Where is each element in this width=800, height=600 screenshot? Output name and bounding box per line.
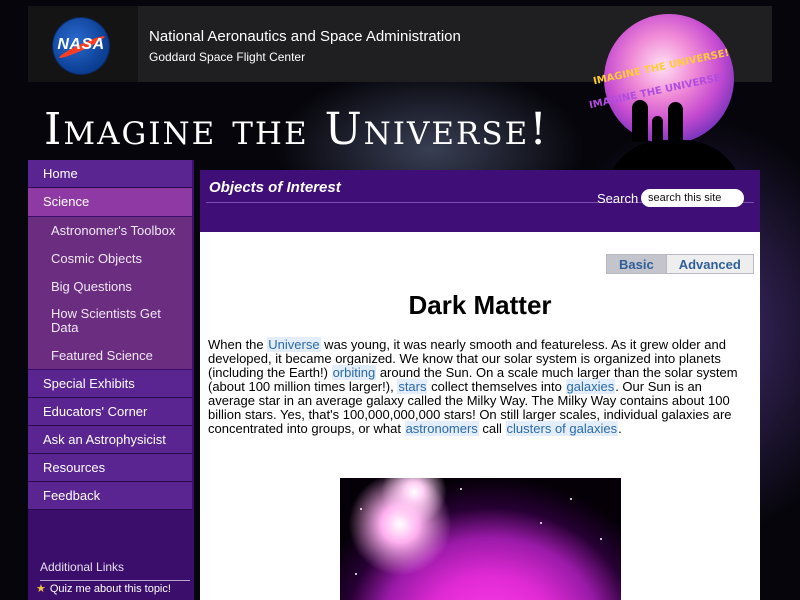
- sidebar-subitem-astronomers-toolbox[interactable]: Astronomer's Toolbox: [28, 217, 192, 245]
- section-title: Objects of Interest: [209, 179, 341, 196]
- child-silhouette-icon: [652, 116, 663, 142]
- sidebar-item-resources[interactable]: Resources: [28, 454, 192, 482]
- sidebar-item-special-exhibits[interactable]: Special Exhibits: [28, 370, 192, 398]
- section-header: Objects of Interest Search: [200, 170, 760, 232]
- clusters-of-galaxies-link[interactable]: clusters of galaxies: [505, 421, 619, 436]
- intro-text: .: [618, 421, 622, 436]
- star-dot: [360, 508, 362, 510]
- additional-links-heading: Additional Links: [40, 560, 190, 581]
- star-dot: [540, 522, 542, 524]
- star-icon: ★: [36, 583, 46, 595]
- intro-text: collect themselves into: [427, 379, 566, 394]
- sidebar-item-ask-an-astrophysicist[interactable]: Ask an Astrophysicist: [28, 426, 192, 454]
- stars-link[interactable]: stars: [397, 379, 428, 394]
- sidebar-subitem-how-scientists-get-data[interactable]: How Scientists Get Data: [28, 301, 192, 343]
- tab-advanced[interactable]: Advanced: [666, 254, 754, 274]
- nasa-logo-text: NASA: [57, 36, 105, 53]
- sidebar-subitem-cosmic-objects[interactable]: Cosmic Objects: [28, 245, 192, 273]
- sidebar-item-educators-corner[interactable]: Educators' Corner: [28, 398, 192, 426]
- person-silhouette-icon: [668, 102, 683, 142]
- intro-text: When the: [208, 337, 268, 352]
- sidebar-subitem-big-questions[interactable]: Big Questions: [28, 273, 192, 301]
- search-label: Search: [597, 191, 639, 206]
- universe-link[interactable]: Universe: [267, 337, 321, 352]
- page-title: Dark Matter: [408, 290, 552, 320]
- sidebar-item-feedback[interactable]: Feedback: [28, 482, 192, 510]
- quiz-link-label: Quiz me about this topic!: [49, 583, 171, 595]
- sidebar-item-home[interactable]: Home: [28, 160, 192, 188]
- center-name[interactable]: Goddard Space Flight Center: [149, 50, 305, 64]
- tab-basic[interactable]: Basic: [606, 254, 667, 274]
- quiz-link[interactable]: ★ Quiz me about this topic!: [36, 582, 171, 595]
- intro-paragraph: When the Universe was young, it was near…: [208, 337, 750, 436]
- intro-text: call: [478, 421, 506, 436]
- orbiting-link[interactable]: orbiting: [331, 365, 377, 380]
- astronomers-link[interactable]: astronomers: [404, 421, 479, 436]
- person-silhouette-icon: [632, 100, 648, 142]
- galaxies-link[interactable]: galaxies: [565, 379, 616, 394]
- galaxy-cluster-image: [340, 478, 621, 600]
- agency-name[interactable]: National Aeronautics and Space Administr…: [149, 28, 461, 45]
- star-dot: [355, 573, 357, 575]
- star-dot: [460, 488, 462, 490]
- level-tabs: Basic Advanced: [606, 254, 754, 274]
- star-dot: [600, 538, 602, 540]
- nasa-logo-box[interactable]: NASA: [28, 6, 138, 82]
- sidebar-item-science[interactable]: Science: [28, 188, 192, 216]
- search-input[interactable]: [641, 189, 744, 207]
- sidebar-subitem-featured-science[interactable]: Featured Science: [28, 343, 192, 369]
- site-title[interactable]: Imagine the Universe!: [44, 104, 549, 155]
- main-content: Objects of Interest Search Basic Advance…: [200, 170, 760, 600]
- star-dot: [570, 498, 572, 500]
- nasa-meatball-icon[interactable]: NASA: [53, 18, 109, 74]
- sidebar-nav: Home Science Astronomer's Toolbox Cosmic…: [28, 160, 194, 600]
